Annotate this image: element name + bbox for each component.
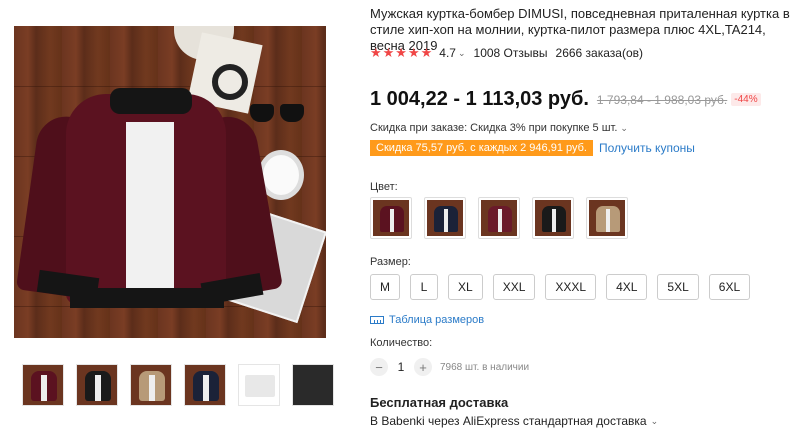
size-option-xxxl[interactable]: XXXL xyxy=(545,274,597,300)
get-coupons-link[interactable]: Получить купоны xyxy=(599,141,695,155)
color-swatch[interactable] xyxy=(370,197,412,239)
size-option-xxl[interactable]: XXL xyxy=(492,274,536,300)
current-price: 1 004,22 - 1 113,03 руб. xyxy=(370,88,589,110)
ruler-icon xyxy=(370,316,384,324)
quantity-label: Количество: xyxy=(370,337,433,349)
thumbnail[interactable] xyxy=(238,364,280,406)
color-swatch[interactable] xyxy=(478,197,520,239)
reviews-link[interactable]: 1008 Отзывы xyxy=(474,46,548,60)
rating-row: ★★★★★ 4.7 ⌄ 1008 Отзывы 2666 заказа(ов) xyxy=(370,45,643,60)
decrement-button[interactable]: − xyxy=(370,358,388,376)
color-swatches xyxy=(370,197,628,239)
star-rating-icon: ★★★★★ xyxy=(370,45,434,60)
shipping-method[interactable]: В Babenki через AliExpress стандартная д… xyxy=(370,414,658,428)
order-discount-text: Скидка при заказе: Скидка 3% при покупке… xyxy=(370,122,618,134)
old-price: 1 793,84 - 1 988,03 руб. xyxy=(596,92,728,107)
sunglasses-prop xyxy=(250,104,308,124)
coupon-row: Скидка 75,57 руб. с каждых 2 946,91 руб.… xyxy=(370,140,695,156)
size-chart-text: Таблица размеров xyxy=(389,314,485,326)
size-option-m[interactable]: M xyxy=(370,274,400,300)
size-option-5xl[interactable]: 5XL xyxy=(657,274,699,300)
chevron-down-icon: ⌄ xyxy=(650,415,659,426)
increment-button[interactable]: + xyxy=(414,358,432,376)
chevron-down-icon[interactable]: ⌄ xyxy=(458,48,466,59)
coupon-tag: Скидка 75,57 руб. с каждых 2 946,91 руб. xyxy=(370,140,593,156)
price-row: 1 004,22 - 1 113,03 руб. 1 793,84 - 1 98… xyxy=(370,88,761,111)
shipping-title: Бесплатная доставка xyxy=(370,395,509,410)
chevron-down-icon: ⌄ xyxy=(620,123,628,133)
thumbnail[interactable] xyxy=(76,364,118,406)
size-options: M L XL XXL XXXL 4XL 5XL 6XL xyxy=(370,274,751,300)
stock-count: 7968 шт. в наличии xyxy=(440,361,530,373)
color-label: Цвет: xyxy=(370,181,398,193)
size-option-l[interactable]: L xyxy=(410,274,438,300)
color-swatch[interactable] xyxy=(532,197,574,239)
order-discount[interactable]: Скидка при заказе: Скидка 3% при покупке… xyxy=(370,122,636,134)
thumbnail-strip xyxy=(22,364,334,406)
rating-value[interactable]: 4.7 xyxy=(439,46,456,60)
thumbnail[interactable] xyxy=(22,364,64,406)
main-product-image[interactable] xyxy=(14,26,326,338)
thumbnail[interactable] xyxy=(130,364,172,406)
quantity-value[interactable]: 1 xyxy=(388,360,414,374)
size-option-6xl[interactable]: 6XL xyxy=(708,274,751,300)
quantity-stepper: − 1 + 7968 шт. в наличии xyxy=(370,358,529,376)
size-option-4xl[interactable]: 4XL xyxy=(606,274,648,300)
size-option-xl[interactable]: XL xyxy=(448,274,483,300)
belt-prop xyxy=(212,64,248,100)
size-chart-link[interactable]: Таблица размеров xyxy=(370,314,484,326)
thumbnail[interactable] xyxy=(184,364,226,406)
size-label: Размер: xyxy=(370,256,411,268)
color-swatch[interactable] xyxy=(424,197,466,239)
shipping-desc-text: В Babenki через AliExpress стандартная д… xyxy=(370,414,647,428)
color-swatch[interactable] xyxy=(586,197,628,239)
orders-count: 2666 заказа(ов) xyxy=(555,46,643,60)
discount-badge: -44% xyxy=(731,93,761,106)
white-tee xyxy=(126,122,174,292)
thumbnail[interactable] xyxy=(292,364,334,406)
